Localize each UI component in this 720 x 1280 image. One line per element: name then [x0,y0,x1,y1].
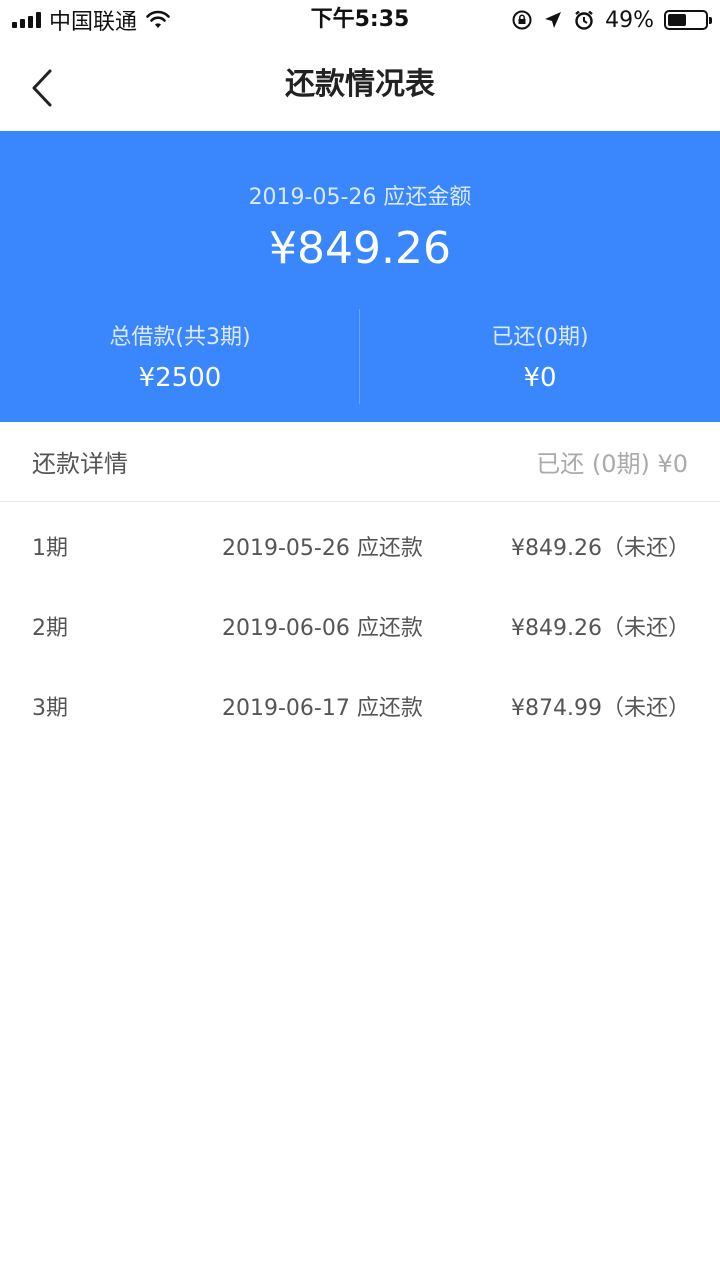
due-amount: ¥849.26 [269,223,451,274]
installment-row: 2期 2019-06-06 应还款 ¥849.26（未还） [0,589,720,669]
installment-row: 1期 2019-05-26 应还款 ¥849.26（未还） [0,509,720,589]
battery-icon [664,10,712,30]
section-paid-summary: 已还 (0期) ¥0 [536,450,688,478]
installment-amount: ¥849.26（未还） [511,616,690,641]
battery-fill [668,14,686,26]
due-date-label: 2019-05-26 应还金额 [248,185,472,210]
rotation-lock-icon [512,10,532,30]
repayment-details-header: 还款详情 已还 (0期) ¥0 [0,422,720,502]
installment-period: 1期 [32,536,68,561]
section-title: 还款详情 [32,450,128,478]
alarm-icon [575,10,593,30]
installment-period: 2期 [32,616,68,641]
status-bar-right: 49% [511,0,712,40]
installment-row: 3期 2019-06-17 应还款 ¥874.99（未还） [0,669,720,749]
total-loan-block: 总借款(共3期) ¥2500 [0,319,360,393]
location-icon [545,12,562,28]
installment-date: 2019-05-26 应还款 [222,536,423,561]
paid-label: 已还(0期) [491,325,589,350]
total-loan-value: ¥2500 [138,363,222,393]
installment-date: 2019-06-17 应还款 [222,696,423,721]
paid-value: ¥0 [523,363,557,393]
installment-list: 1期 2019-05-26 应还款 ¥849.26（未还） 2期 2019-06… [0,509,720,749]
installment-date: 2019-06-06 应还款 [222,616,423,641]
repayment-summary: 2019-05-26 应还金额 ¥849.26 总借款(共3期) ¥2500 已… [0,131,720,422]
total-loan-label: 总借款(共3期) [109,325,251,350]
status-bar: 中国联通 下午5:35 49% [0,0,720,40]
nav-bar: 还款情况表 [0,40,720,130]
installment-amount: ¥874.99（未还） [511,696,690,721]
paid-block: 已还(0期) ¥0 [360,319,720,393]
page-title: 还款情况表 [285,67,435,102]
battery-percent: 49% [605,7,654,33]
installment-period: 3期 [32,696,68,721]
installment-amount: ¥849.26（未还） [511,536,690,561]
